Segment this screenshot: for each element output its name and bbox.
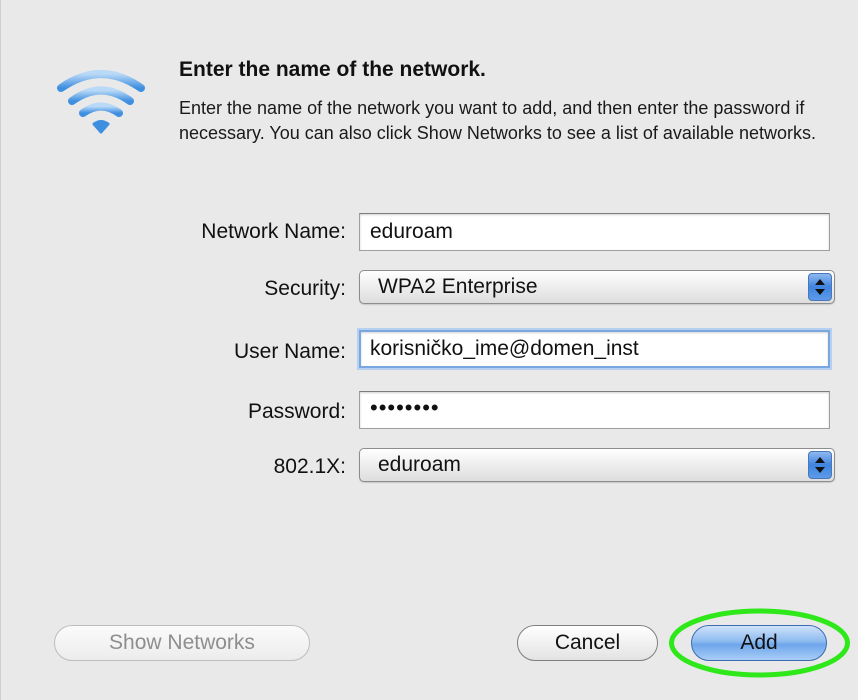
add-button[interactable]: Add <box>691 625 827 661</box>
password-label: Password: <box>247 400 346 423</box>
password-field[interactable]: •••••••• <box>359 391 830 429</box>
updown-arrows-icon <box>808 451 832 479</box>
network-name-label: Network Name: <box>201 220 346 243</box>
network-name-field[interactable]: eduroam <box>359 213 830 251</box>
updown-arrows-icon <box>808 273 832 301</box>
dot1x-popup[interactable]: eduroam <box>359 448 835 482</box>
dot1x-popup-value: eduroam <box>378 453 461 476</box>
dot1x-label: 802.1X: <box>273 455 346 478</box>
dialog-heading: Enter the name of the network. <box>179 58 486 81</box>
dialog-description: Enter the name of the network you want t… <box>179 98 816 143</box>
security-popup-value: WPA2 Enterprise <box>378 275 538 298</box>
cancel-button[interactable]: Cancel <box>517 625 658 661</box>
password-mask: •••••••• <box>370 395 440 420</box>
user-name-label: User Name: <box>233 340 346 363</box>
wifi-icon <box>57 70 145 134</box>
security-label: Security: <box>264 277 346 300</box>
user-name-field[interactable]: korisničko_ime@domen_inst <box>359 330 830 368</box>
security-popup[interactable]: WPA2 Enterprise <box>359 270 835 304</box>
show-networks-button[interactable]: Show Networks <box>54 625 310 661</box>
add-network-dialog: Enter the name of the network. Enter the… <box>0 0 858 700</box>
